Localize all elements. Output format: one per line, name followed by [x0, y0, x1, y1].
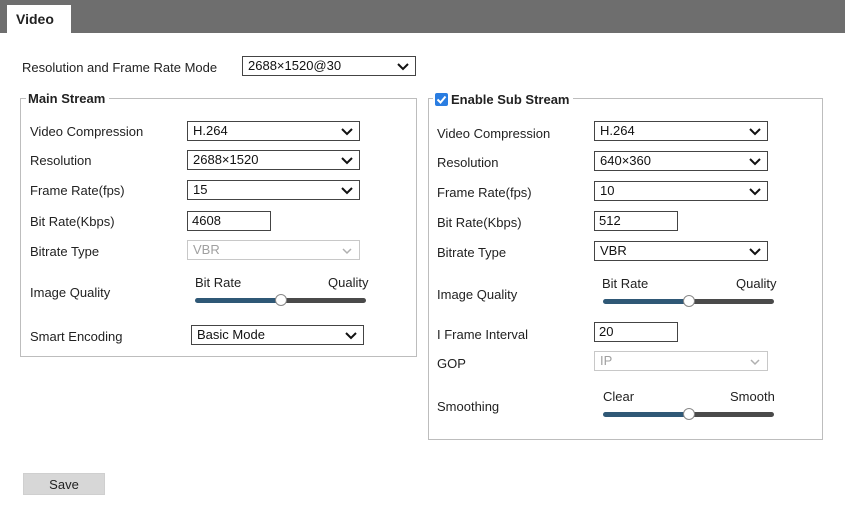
sub-bitrate-type-select[interactable]: VBR: [594, 241, 768, 261]
sub-stream-title: Enable Sub Stream: [433, 91, 574, 107]
main-smart-encoding-select[interactable]: Basic Mode: [191, 325, 364, 345]
chevron-down-icon: [341, 157, 353, 165]
main-image-quality-right-label: Quality: [328, 275, 369, 290]
chevron-down-icon: [750, 359, 760, 366]
enable-sub-stream-checkbox[interactable]: [435, 93, 448, 106]
main-frame-rate-value: 15: [193, 182, 208, 197]
main-smart-encoding-label: Smart Encoding: [30, 329, 123, 344]
chevron-down-icon: [397, 63, 409, 71]
chevron-down-icon: [749, 158, 761, 166]
smoothing-right-label: Smooth: [730, 389, 775, 404]
tab-video[interactable]: Video: [7, 5, 71, 33]
main-resolution-select[interactable]: 2688×1520: [187, 150, 360, 170]
sub-video-compression-label: Video Compression: [437, 126, 551, 141]
gop-value: IP: [600, 353, 613, 368]
main-resolution-label: Resolution: [30, 153, 92, 168]
main-video-compression-select[interactable]: H.264: [187, 121, 360, 141]
main-stream-title: Main Stream: [26, 91, 110, 106]
sub-image-quality-slider[interactable]: [603, 293, 774, 309]
main-frame-rate-label: Frame Rate(fps): [30, 183, 125, 198]
sub-image-quality-label: Image Quality: [437, 287, 518, 302]
sub-frame-rate-value: 10: [600, 183, 615, 198]
slider-handle[interactable]: [274, 294, 287, 306]
sub-resolution-select[interactable]: 640×360: [594, 151, 768, 171]
mode-select[interactable]: 2688×1520@30: [242, 56, 416, 76]
header-bar: [0, 0, 845, 33]
sub-bitrate-type-label: Bitrate Type: [437, 245, 507, 260]
main-bitrate-type-select: VBR: [187, 240, 360, 260]
main-resolution-value: 2688×1520: [193, 152, 259, 167]
checkmark-icon: [436, 95, 447, 104]
chevron-down-icon: [341, 128, 353, 136]
i-frame-interval-label: I Frame Interval: [437, 327, 529, 342]
main-image-quality-slider[interactable]: [195, 292, 366, 308]
main-frame-rate-select[interactable]: 15: [187, 180, 360, 200]
sub-resolution-value: 640×360: [600, 153, 651, 168]
sub-bit-rate-input[interactable]: 512: [594, 211, 678, 231]
main-image-quality-label: Image Quality: [30, 285, 111, 300]
chevron-down-icon: [749, 128, 761, 136]
sub-video-compression-value: H.264: [600, 123, 635, 138]
main-video-compression-label: Video Compression: [30, 124, 144, 139]
main-image-quality-left-label: Bit Rate: [195, 275, 242, 290]
sub-video-compression-select[interactable]: H.264: [594, 121, 768, 141]
sub-stream-title-text: Enable Sub Stream: [451, 92, 570, 107]
gop-label: GOP: [437, 356, 466, 371]
main-bitrate-type-label: Bitrate Type: [30, 244, 100, 259]
main-bit-rate-input[interactable]: 4608: [187, 211, 271, 231]
main-smart-encoding-value: Basic Mode: [197, 327, 265, 342]
gop-select: IP: [594, 351, 768, 371]
smoothing-left-label: Clear: [603, 389, 635, 404]
sub-image-quality-right-label: Quality: [736, 276, 777, 291]
slider-handle[interactable]: [682, 295, 695, 307]
main-video-compression-value: H.264: [193, 123, 228, 138]
main-bit-rate-label: Bit Rate(Kbps): [30, 214, 115, 229]
smoothing-label: Smoothing: [437, 399, 500, 414]
smoothing-slider[interactable]: [603, 406, 774, 422]
mode-value: 2688×1520@30: [248, 58, 342, 73]
slider-handle[interactable]: [682, 408, 695, 420]
save-button[interactable]: Save: [23, 473, 105, 495]
sub-frame-rate-select[interactable]: 10: [594, 181, 768, 201]
sub-resolution-label: Resolution: [437, 155, 499, 170]
chevron-down-icon: [749, 188, 761, 196]
chevron-down-icon: [345, 332, 357, 340]
sub-frame-rate-label: Frame Rate(fps): [437, 185, 532, 200]
sub-image-quality-left-label: Bit Rate: [602, 276, 649, 291]
i-frame-interval-input[interactable]: 20: [594, 322, 678, 342]
mode-label: Resolution and Frame Rate Mode: [22, 60, 218, 75]
sub-bit-rate-label: Bit Rate(Kbps): [437, 215, 522, 230]
main-bitrate-type-value: VBR: [193, 242, 220, 257]
chevron-down-icon: [342, 248, 352, 255]
sub-bitrate-type-value: VBR: [600, 243, 627, 258]
chevron-down-icon: [341, 187, 353, 195]
chevron-down-icon: [749, 248, 761, 256]
